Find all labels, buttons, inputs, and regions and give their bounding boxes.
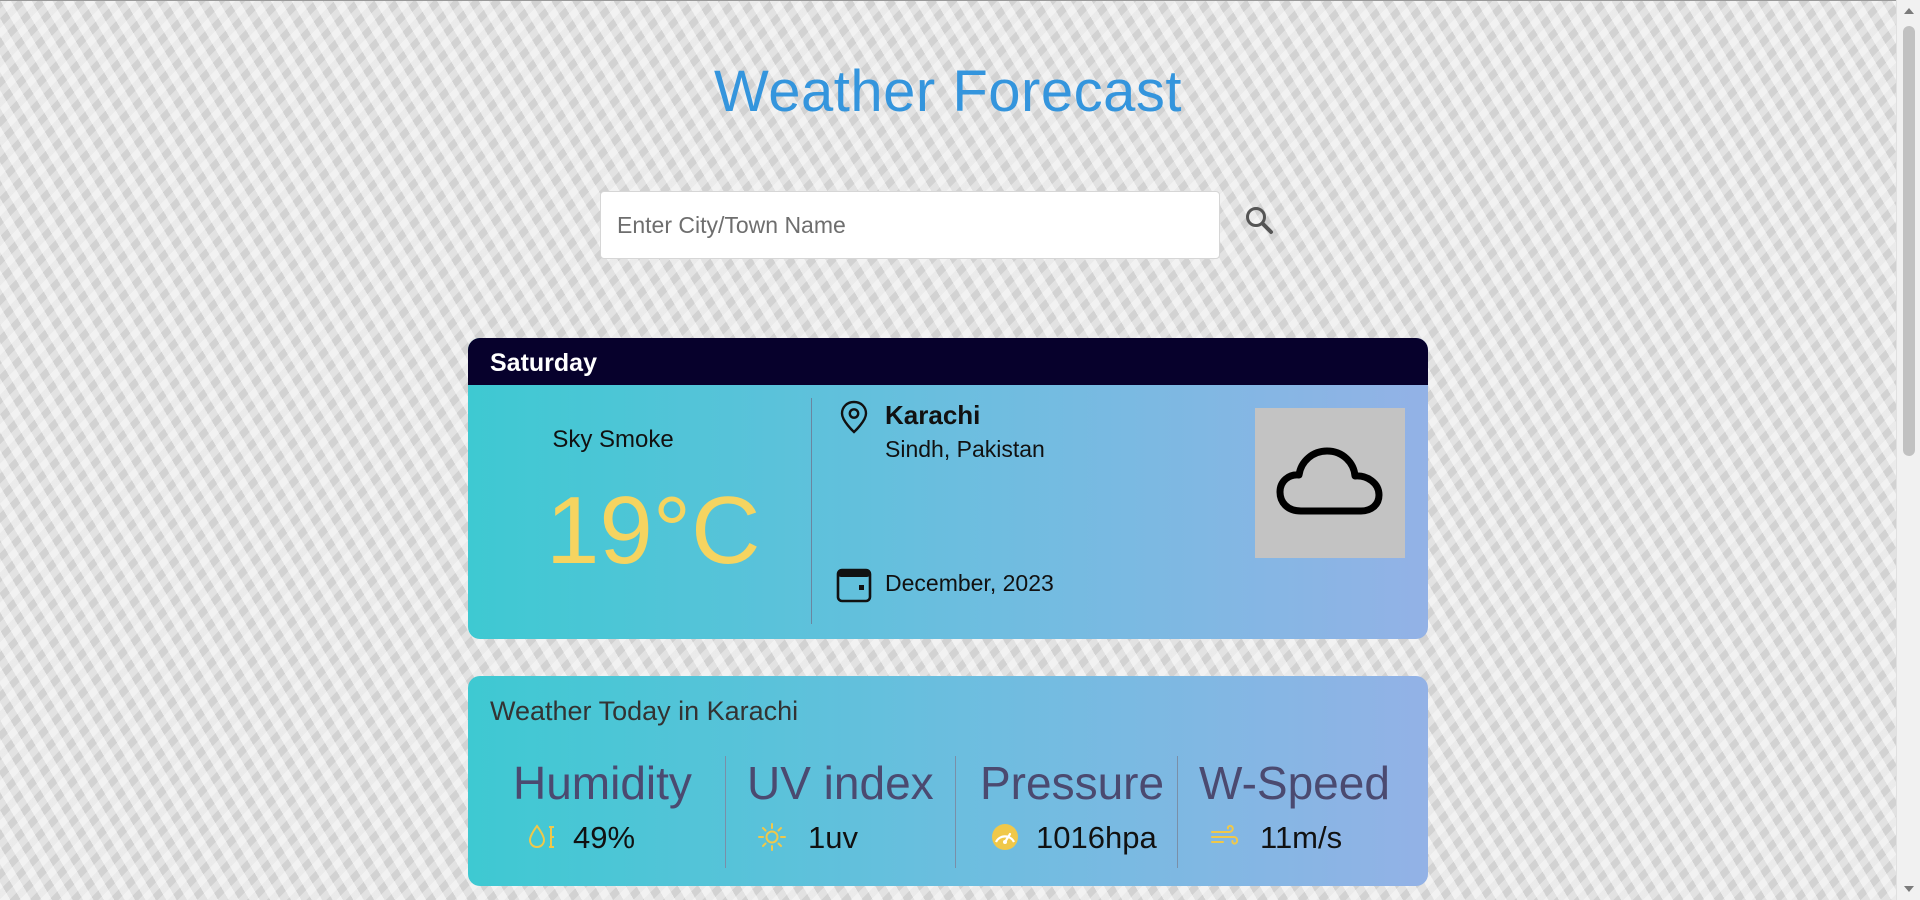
search-button[interactable] (1243, 204, 1277, 238)
location-pin-icon (840, 400, 868, 434)
stat-divider (1177, 756, 1178, 868)
humidity-value: 49% (573, 820, 636, 855)
wind-icon (1211, 824, 1239, 845)
window-top-border (0, 0, 1920, 1)
current-weather-card: Saturday Sky Smoke 19°C Karachi Sindh, P… (468, 338, 1428, 639)
scroll-down-arrow-icon[interactable] (1904, 886, 1914, 892)
weather-condition: Sky Smoke (552, 426, 674, 453)
today-details-card: Weather Today in Karachi Humidity 49% UV… (468, 676, 1428, 886)
wind-speed-label: W-Speed (1199, 757, 1390, 809)
temperature-value: 19°C (546, 477, 761, 584)
stat-divider (955, 756, 956, 868)
uv-index-label: UV index (747, 757, 934, 809)
search-input[interactable] (600, 191, 1220, 259)
stat-divider (725, 756, 726, 868)
search-icon (1246, 207, 1273, 234)
date-label: December, 2023 (885, 570, 1054, 596)
today-title: Weather Today in Karachi (490, 696, 799, 726)
page-title: Weather Forecast (714, 59, 1182, 124)
scroll-thumb[interactable] (1903, 26, 1915, 456)
page-scrollbar[interactable] (1896, 0, 1920, 900)
vertical-divider (811, 398, 812, 624)
pressure-value: 1016hpa (1036, 820, 1157, 855)
day-label: Saturday (468, 338, 1428, 385)
cloud-icon (1276, 447, 1383, 515)
humidity-icon (528, 824, 554, 849)
wind-speed-value: 11m/s (1260, 820, 1343, 855)
humidity-label: Humidity (513, 757, 692, 809)
weather-image (1255, 408, 1405, 558)
region-name: Sindh, Pakistan (885, 436, 1045, 462)
sun-icon (758, 823, 786, 851)
pressure-label: Pressure (980, 757, 1165, 809)
scroll-up-arrow-icon[interactable] (1904, 8, 1914, 14)
city-name: Karachi (885, 400, 981, 430)
uv-index-value: 1uv (808, 820, 858, 855)
gauge-icon (992, 824, 1018, 850)
calendar-icon (836, 568, 872, 603)
